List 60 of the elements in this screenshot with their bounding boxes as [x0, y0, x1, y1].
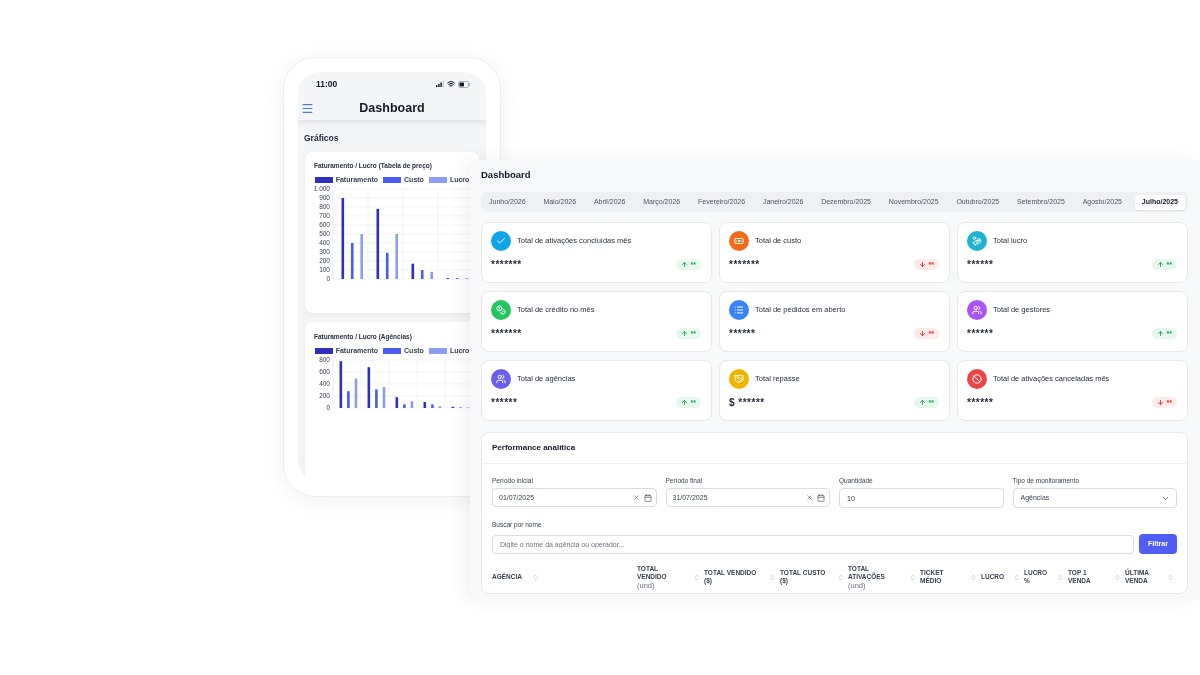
arrow-up-icon	[680, 261, 688, 268]
sort-icon	[532, 573, 539, 581]
card-value: *******	[491, 327, 522, 341]
sort-icon	[970, 573, 977, 581]
sort-icon	[1057, 573, 1064, 581]
bar	[410, 401, 414, 408]
card-value: ******	[967, 396, 994, 410]
sort-icon	[837, 573, 844, 581]
signal-icon	[436, 81, 444, 87]
card-value: *******	[729, 258, 760, 272]
arrow-up-icon	[680, 399, 688, 406]
clear-icon[interactable]	[632, 494, 640, 501]
section-title: Performance analítica	[492, 442, 576, 454]
arrow-up-icon	[918, 399, 926, 406]
menu-icon[interactable]	[301, 101, 314, 115]
card-value: ******	[967, 258, 994, 272]
bar	[411, 263, 415, 279]
calendar-icon[interactable]	[643, 493, 652, 502]
bar	[395, 397, 399, 408]
arrow-down-icon	[1156, 399, 1164, 406]
sort-icon	[693, 573, 700, 581]
bar	[423, 402, 427, 408]
sort-icon	[909, 573, 916, 581]
bar	[382, 387, 386, 408]
card-value: ******	[967, 327, 994, 341]
bar	[385, 252, 389, 279]
page-title: Dashboard	[481, 168, 532, 182]
card-value: ******	[491, 396, 518, 410]
bar	[430, 271, 433, 279]
bar	[395, 234, 398, 279]
section-title: Gráficos	[304, 133, 340, 143]
arrow-down-icon	[918, 330, 926, 337]
wifi-icon	[447, 80, 455, 88]
bar	[375, 389, 378, 408]
arrow-up-icon	[680, 330, 688, 337]
bar	[339, 361, 343, 408]
screen-title: Dashboard	[358, 99, 426, 117]
battery-icon	[458, 80, 470, 88]
bar	[403, 404, 406, 408]
bar	[360, 234, 363, 279]
sort-icon	[1167, 573, 1174, 581]
arrow-up-icon	[1156, 261, 1164, 268]
bar	[420, 270, 424, 279]
sort-icon	[769, 573, 776, 581]
bar	[376, 208, 380, 279]
bar	[354, 378, 358, 408]
sort-icon	[1114, 573, 1121, 581]
card-value: $ ******	[729, 396, 765, 410]
card-value: *******	[491, 258, 522, 272]
arrow-down-icon	[918, 261, 926, 268]
bar	[347, 391, 350, 408]
card-value: ******	[729, 327, 756, 341]
bar	[350, 243, 354, 279]
clear-icon[interactable]	[806, 494, 813, 501]
bar	[367, 367, 371, 408]
calendar-icon[interactable]	[817, 493, 825, 502]
arrow-up-icon	[1156, 330, 1164, 337]
sort-icon	[1013, 573, 1020, 581]
bar	[431, 404, 434, 408]
status-time: 11:00	[316, 77, 338, 91]
